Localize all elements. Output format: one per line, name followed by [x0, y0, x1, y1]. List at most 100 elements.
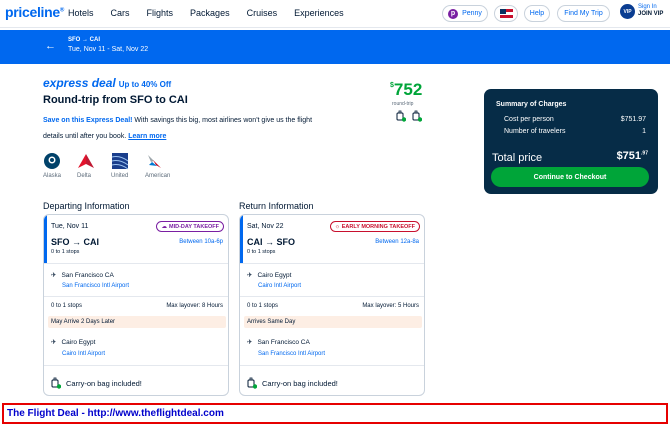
summary-title: Summary of Charges — [496, 101, 567, 108]
leg-destination: SFO — [276, 237, 296, 247]
flight-deal-footer[interactable]: The Flight Deal - http://www.theflightde… — [2, 403, 668, 424]
departing-card: Tue, Nov 11 ☁ MID-DAY TAKEOFF SFO → CAI B… — [43, 214, 229, 396]
nav-cruises[interactable]: Cruises — [247, 8, 278, 18]
divider — [240, 263, 424, 264]
summary-of-charges: Summary of Charges Cost per person $751.… — [484, 89, 658, 194]
airline-label: American — [145, 173, 171, 179]
airline-label: Alaska — [43, 173, 62, 179]
divider — [44, 263, 228, 264]
total-price-value: $751.97 — [617, 150, 648, 162]
travelers-label: Number of travelers — [504, 128, 566, 135]
language-button[interactable] — [494, 5, 518, 22]
destination-city: ✈ Cairo Egypt — [51, 338, 96, 347]
penny-label: Penny — [462, 10, 482, 17]
total-dollars: $751 — [616, 150, 642, 162]
destination-city-label: Cairo Egypt — [61, 338, 96, 346]
back-arrow-icon[interactable]: ← — [45, 40, 56, 52]
time-window: Between 12a-8a — [375, 239, 419, 245]
cost-per-person-value: $751.97 — [620, 116, 646, 123]
arrow-right-icon: → — [265, 237, 275, 247]
price-currency: $ — [390, 82, 394, 89]
origin-city-label: Cairo Egypt — [257, 271, 292, 279]
takeoff-badge: ☼ EARLY MORNING TAKEOFF — [329, 221, 420, 232]
airline-united: United — [111, 152, 129, 179]
help-button[interactable]: Help — [524, 5, 550, 22]
priceline-logo[interactable]: priceline® — [5, 4, 64, 20]
divider — [240, 365, 424, 366]
airline-alaska: Alaska — [43, 152, 61, 179]
stops-detail: 0 to 1 stops — [51, 303, 83, 309]
nav-experiences[interactable]: Experiences — [294, 8, 344, 18]
leg-origin: SFO — [51, 237, 70, 247]
deal-desc-bold: Save on this Express Deal! — [43, 117, 133, 124]
divider — [240, 296, 424, 297]
leg-route: CAI → SFO — [247, 237, 295, 247]
card-accent-bar — [44, 215, 47, 263]
american-logo-icon — [148, 155, 162, 168]
penny-icon: p — [448, 8, 459, 19]
banner-route: SFO → CAI — [68, 37, 101, 43]
takeoff-label: MID-DAY TAKEOFF — [168, 223, 219, 230]
find-my-trip-button[interactable]: Find My Trip — [557, 5, 610, 22]
penny-button[interactable]: p Penny — [442, 5, 488, 22]
learn-more-link[interactable]: Learn more — [128, 133, 166, 140]
cloud-icon: ☁ — [161, 223, 167, 230]
carry-on-note: Carry-on bag included! — [247, 377, 338, 389]
return-heading: Return Information — [239, 201, 314, 211]
sign-in-link[interactable]: Sign In JOIN VIP — [638, 4, 663, 18]
united-logo-icon — [111, 153, 129, 170]
carry-on-bag-icon — [247, 377, 257, 389]
destination-city-label: San Francisco CA — [257, 338, 310, 346]
leg-destination: CAI — [83, 237, 100, 247]
carry-on-label: Carry-on bag included! — [262, 378, 338, 388]
express-deal-logo: express deal Up to 40% Off — [43, 76, 171, 90]
cost-per-person-label: Cost per person — [504, 116, 554, 123]
carry-on-note: Carry-on bag included! — [51, 377, 142, 389]
personal-item-icon — [396, 110, 406, 122]
price-amount: 752 — [393, 80, 423, 99]
destination-airport: Cairo Intl Airport — [62, 351, 106, 357]
discount-label: Up to 40% Off — [118, 80, 172, 89]
nav-packages[interactable]: Packages — [190, 8, 230, 18]
origin-airport: Cairo Intl Airport — [258, 283, 302, 289]
destination-airport: San Francisco Intl Airport — [258, 351, 326, 357]
origin-city: ✈ Cairo Egypt — [247, 271, 292, 280]
join-vip-label: JOIN VIP — [638, 11, 664, 17]
origin-airport: San Francisco Intl Airport — [62, 283, 130, 289]
sunrise-icon: ☼ — [334, 223, 340, 230]
deal-description: Save on this Express Deal! With savings … — [43, 113, 333, 145]
nav-links: Hotels Cars Flights Packages Cruises Exp… — [68, 8, 361, 18]
divider — [44, 296, 228, 297]
arrow-right-icon: → — [72, 237, 82, 247]
airline-delta: Delta — [77, 152, 95, 179]
continue-to-checkout-button[interactable]: Continue to Checkout — [491, 167, 649, 187]
carry-on-bag-icon — [51, 377, 61, 389]
nav-cars[interactable]: Cars — [111, 8, 130, 18]
takeoff-plane-icon: ✈ — [247, 272, 253, 279]
airline-label: United — [111, 173, 129, 179]
takeoff-label: EARLY MORNING TAKEOFF — [341, 223, 415, 230]
travelers-value: 1 — [642, 128, 646, 135]
max-layover: Max layover: 8 Hours — [166, 303, 223, 309]
card-accent-bar — [240, 215, 243, 263]
arrival-note: Arrives Same Day — [244, 316, 422, 328]
vip-badge-icon[interactable]: VIP — [620, 4, 635, 19]
total-cents: .97 — [641, 150, 648, 157]
divider — [44, 365, 228, 366]
help-label: Help — [529, 10, 545, 17]
price-note: round-trip — [392, 101, 414, 107]
max-layover: Max layover: 5 Hours — [362, 303, 419, 309]
stops-detail: 0 to 1 stops — [247, 303, 279, 309]
airline-list: Alaska Delta United American — [43, 152, 186, 179]
nav-flights[interactable]: Flights — [147, 8, 174, 18]
carry-on-label: Carry-on bag included! — [66, 378, 142, 388]
total-price-label: Total price — [492, 152, 543, 164]
leg-route: SFO → CAI — [51, 237, 99, 247]
alaska-logo-icon — [44, 153, 60, 169]
departing-heading: Departing Information — [43, 201, 130, 211]
express-deal-wordmark: express deal — [43, 76, 116, 90]
landing-plane-icon: ✈ — [247, 339, 253, 346]
return-card: Sat, Nov 22 ☼ EARLY MORNING TAKEOFF CAI →… — [239, 214, 425, 396]
bag-icons — [396, 110, 422, 122]
nav-hotels[interactable]: Hotels — [68, 8, 94, 18]
